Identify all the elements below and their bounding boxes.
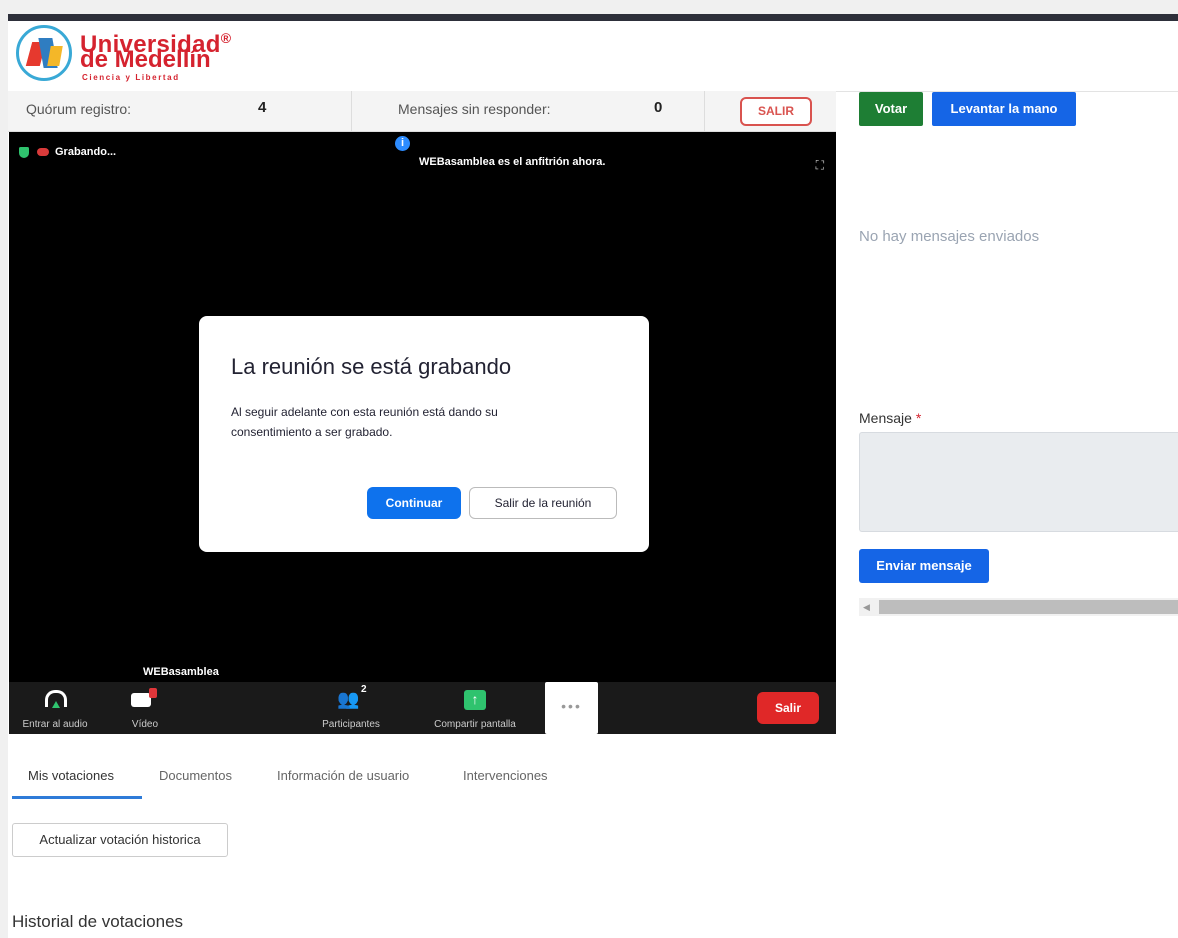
left-gutter: [0, 14, 8, 938]
empty-messages-text: No hay mensajes enviados: [859, 228, 1040, 245]
participants-button[interactable]: 👥 2 Participantes: [309, 682, 393, 734]
required-mark: *: [915, 410, 922, 426]
stats-bar: Quórum registro: 4 Mensajes sin responde…: [8, 91, 836, 132]
vote-history-title: Historial de votaciones: [12, 912, 184, 931]
leave-button[interactable]: Salir: [757, 692, 819, 724]
video-label: Vídeo: [131, 719, 159, 730]
recording-label: Grabando...: [55, 146, 117, 158]
share-screen-label: Compartir pantalla: [434, 719, 516, 730]
logo-shape-yellow: [47, 46, 63, 66]
participants-label: Participantes: [322, 719, 380, 730]
logo-tagline: Ciencia y Libertad: [82, 73, 180, 82]
scrollbar-thumb[interactable]: [879, 600, 1178, 614]
share-screen-icon: ↑: [464, 690, 486, 710]
video-button[interactable]: Vídeo: [113, 682, 177, 734]
recording-consent-dialog: La reunión se está grabando Al seguir ad…: [199, 316, 649, 552]
message-label-text: Mensaje: [859, 410, 912, 426]
info-icon[interactable]: i: [395, 136, 410, 151]
active-tab-indicator: [12, 796, 142, 799]
logo-name-line2: de Medellín: [80, 46, 211, 73]
unanswered-label: Mensajes sin responder:: [398, 101, 551, 117]
more-options-button[interactable]: •••: [545, 682, 598, 734]
meeting-toolbar: Entrar al audio Vídeo 👥 2 Participantes …: [9, 682, 836, 734]
quorum-value: 4: [258, 99, 267, 116]
arrow-up-icon: [52, 701, 60, 708]
join-audio-button[interactable]: Entrar al audio: [11, 682, 99, 734]
host-notification: WEBasamblea es el anfitrión ahora.: [419, 156, 606, 168]
meeting-video-panel: Grabando... i WEBasamblea es el anfitrió…: [9, 132, 836, 734]
camera-off-badge-icon: [149, 688, 157, 698]
share-screen-button[interactable]: ↑ Compartir pantalla: [421, 682, 529, 734]
refresh-votes-button[interactable]: Actualizar votación historica: [12, 823, 228, 857]
tab-mis-votaciones[interactable]: Mis votaciones: [28, 768, 114, 783]
message-textarea[interactable]: [859, 432, 1178, 532]
fullscreen-icon[interactable]: ⛶: [816, 158, 824, 173]
horizontal-scrollbar[interactable]: ◀: [859, 598, 1178, 616]
registered-mark: ®: [220, 30, 232, 46]
dialog-title: La reunión se está grabando: [231, 354, 512, 379]
tab-documentos[interactable]: Documentos: [159, 768, 232, 783]
cloud-recording-icon: [37, 148, 49, 156]
tab-informacion-usuario[interactable]: Información de usuario: [277, 768, 409, 783]
shield-icon: [19, 147, 29, 158]
send-message-button[interactable]: Enviar mensaje: [859, 549, 989, 583]
participant-name: WEBasamblea: [143, 666, 219, 678]
stats-divider: [351, 91, 352, 131]
continue-button[interactable]: Continuar: [367, 487, 461, 519]
vote-button[interactable]: Votar: [859, 92, 923, 126]
camera-icon: [131, 693, 151, 707]
raise-hand-button[interactable]: Levantar la mano: [932, 92, 1076, 126]
stats-divider: [704, 91, 705, 131]
leave-meeting-button[interactable]: Salir de la reunión: [469, 487, 617, 519]
top-bar: [8, 14, 1178, 21]
window-frame: [0, 0, 1178, 14]
message-label: Mensaje *: [859, 410, 921, 426]
unanswered-value: 0: [654, 99, 663, 116]
join-audio-label: Entrar al audio: [22, 719, 88, 730]
participants-count: 2: [361, 684, 367, 695]
university-logo-icon[interactable]: [16, 25, 72, 81]
tab-intervenciones[interactable]: Intervenciones: [463, 768, 548, 783]
scroll-left-icon[interactable]: ◀: [863, 601, 875, 613]
tabs-bar: Mis votaciones Documentos Información de…: [8, 758, 608, 800]
quorum-label: Quórum registro:: [26, 101, 132, 117]
participants-icon: 👥: [337, 689, 360, 709]
exit-button[interactable]: SALIR: [740, 97, 812, 126]
dialog-body: Al seguir adelante con esta reunión está…: [231, 405, 498, 439]
